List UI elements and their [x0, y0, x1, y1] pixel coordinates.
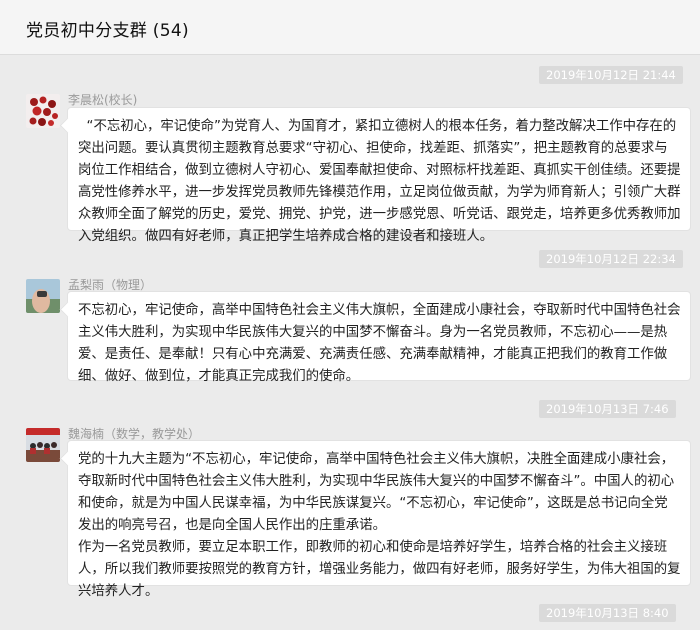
- message-bubble[interactable]: “不忘初心，牢记使命”为党育人、为国育才，紧扣立德树人的根本任务，着力整改解决工…: [67, 107, 691, 244]
- avatar[interactable]: [26, 428, 60, 462]
- message-timestamp: 2019年10月13日 7:46: [539, 400, 676, 418]
- chat-header: 党员初中分支群 (54): [0, 0, 700, 55]
- avatar[interactable]: [26, 279, 60, 313]
- group-title: 党员初中分支群 (54): [26, 21, 189, 41]
- message-timestamp: 2019年10月13日 8:40: [539, 604, 676, 622]
- message-timestamp: 2019年10月12日 21:44: [539, 66, 683, 84]
- avatar[interactable]: [26, 94, 60, 128]
- message-bubble[interactable]: 党的十九大主题为“不忘初心，牢记使命，高举中国特色社会主义伟大旗帜，决胜全面建成…: [67, 440, 691, 599]
- message-timestamp: 2019年10月12日 22:34: [539, 250, 683, 268]
- sender-name: 李晨松(校长): [68, 93, 138, 107]
- message-bubble[interactable]: 不忘初心，牢记使命，高举中国特色社会主义伟大旗帜，全面建成小康社会，夺取新时代中…: [67, 291, 691, 384]
